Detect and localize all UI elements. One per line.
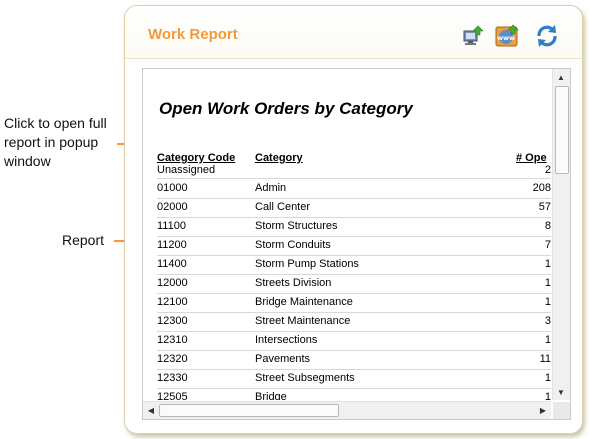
cell-category-code: 11400	[157, 258, 187, 270]
horizontal-scroll-thumb[interactable]	[159, 404, 339, 417]
cell-count: 1	[544, 258, 551, 270]
table-row: 12320 Pavements 11	[157, 350, 551, 370]
table-row: 02000 Call Center 57	[157, 198, 551, 218]
table-row: 11100 Storm Structures 8	[157, 217, 551, 237]
table-row: 11200 Storm Conduits 7	[157, 236, 551, 256]
table-row: Unassigned 2	[157, 163, 551, 179]
table-row: 11400 Storm Pump Stations 1	[157, 255, 551, 275]
cell-category-code: 12310	[157, 334, 188, 346]
cell-category: Storm Conduits	[255, 239, 331, 251]
table-row: 12300 Street Maintenance 3	[157, 312, 551, 332]
cell-category: Storm Structures	[255, 220, 338, 232]
cell-count: 208	[532, 182, 551, 194]
cell-count: 57	[538, 201, 551, 213]
annotation-report-link: Click to open full report in popup windo…	[4, 115, 107, 169]
report-content: Open Work Orders by Category Category Co…	[143, 69, 551, 400]
cell-count: 1	[544, 277, 551, 289]
cell-count: 8	[544, 220, 551, 232]
table-row: 12505 Bridge 1	[157, 388, 551, 400]
scroll-right-arrow[interactable]: ▶	[535, 402, 551, 418]
widget-title: Work Report	[148, 26, 238, 43]
cell-category-code: 01000	[157, 182, 188, 194]
cell-category-code: 12505	[157, 391, 188, 400]
cell-category: Admin	[255, 182, 287, 194]
horizontal-scrollbar[interactable]: ◀ ▶	[143, 401, 551, 419]
table-row: 12100 Bridge Maintenance 1	[157, 293, 551, 313]
cell-category: Streets Division	[255, 277, 332, 289]
refresh-icon[interactable]	[535, 24, 559, 48]
cell-category: Street Maintenance	[255, 315, 351, 327]
cell-count: 1	[544, 372, 551, 384]
cell-count: 1	[544, 296, 551, 308]
cell-category: Street Subsegments	[255, 372, 355, 384]
cell-category: Pavements	[255, 353, 311, 365]
table-row: 12310 Intersections 1	[157, 331, 551, 351]
cell-category-code: 11200	[157, 239, 187, 251]
cell-category: Bridge Maintenance	[255, 296, 353, 308]
cell-category-code: 11100	[157, 220, 186, 232]
cell-count: 1	[544, 334, 551, 346]
cell-category-code: Unassigned	[157, 164, 216, 176]
cell-count: 2	[544, 164, 551, 176]
scrollbar-corner	[553, 402, 570, 419]
table-row: 12000 Streets Division 1	[157, 274, 551, 294]
annotation-report: Report	[62, 232, 105, 248]
vertical-scroll-thumb[interactable]	[555, 86, 569, 174]
scroll-down-arrow[interactable]: ▼	[553, 384, 569, 400]
scroll-left-arrow[interactable]: ◀	[143, 402, 159, 418]
open-in-browser-icon[interactable]: www	[495, 24, 519, 48]
cell-category-code: 12320	[157, 353, 188, 365]
cell-category: Bridge	[255, 391, 287, 400]
cell-category-code: 12100	[157, 296, 188, 308]
scroll-up-arrow[interactable]: ▲	[553, 69, 569, 85]
table-row: 12330 Street Subsegments 1	[157, 369, 551, 389]
vertical-scrollbar[interactable]: ▲ ▼	[552, 69, 570, 400]
cell-count: 3	[544, 315, 551, 327]
cell-category-code: 12330	[157, 372, 188, 384]
widget-header: Work Report www	[125, 6, 582, 59]
report-frame[interactable]: Open Work Orders by Category Category Co…	[142, 68, 571, 420]
cell-category: Intersections	[255, 334, 318, 346]
report-title[interactable]: Open Work Orders by Category	[159, 99, 413, 119]
table-row: 01000 Admin 208	[157, 179, 551, 199]
cell-category-code: 12000	[157, 277, 188, 289]
cell-count: 7	[544, 239, 551, 251]
cell-count: 11	[539, 353, 551, 365]
cell-category-code: 12300	[157, 315, 188, 327]
cell-category: Call Center	[255, 201, 311, 213]
svg-text:www: www	[497, 34, 515, 42]
cell-category-code: 02000	[157, 201, 188, 213]
cell-count: 1	[544, 391, 551, 400]
cell-category: Storm Pump Stations	[255, 258, 359, 270]
export-to-pc-icon[interactable]	[461, 24, 485, 48]
